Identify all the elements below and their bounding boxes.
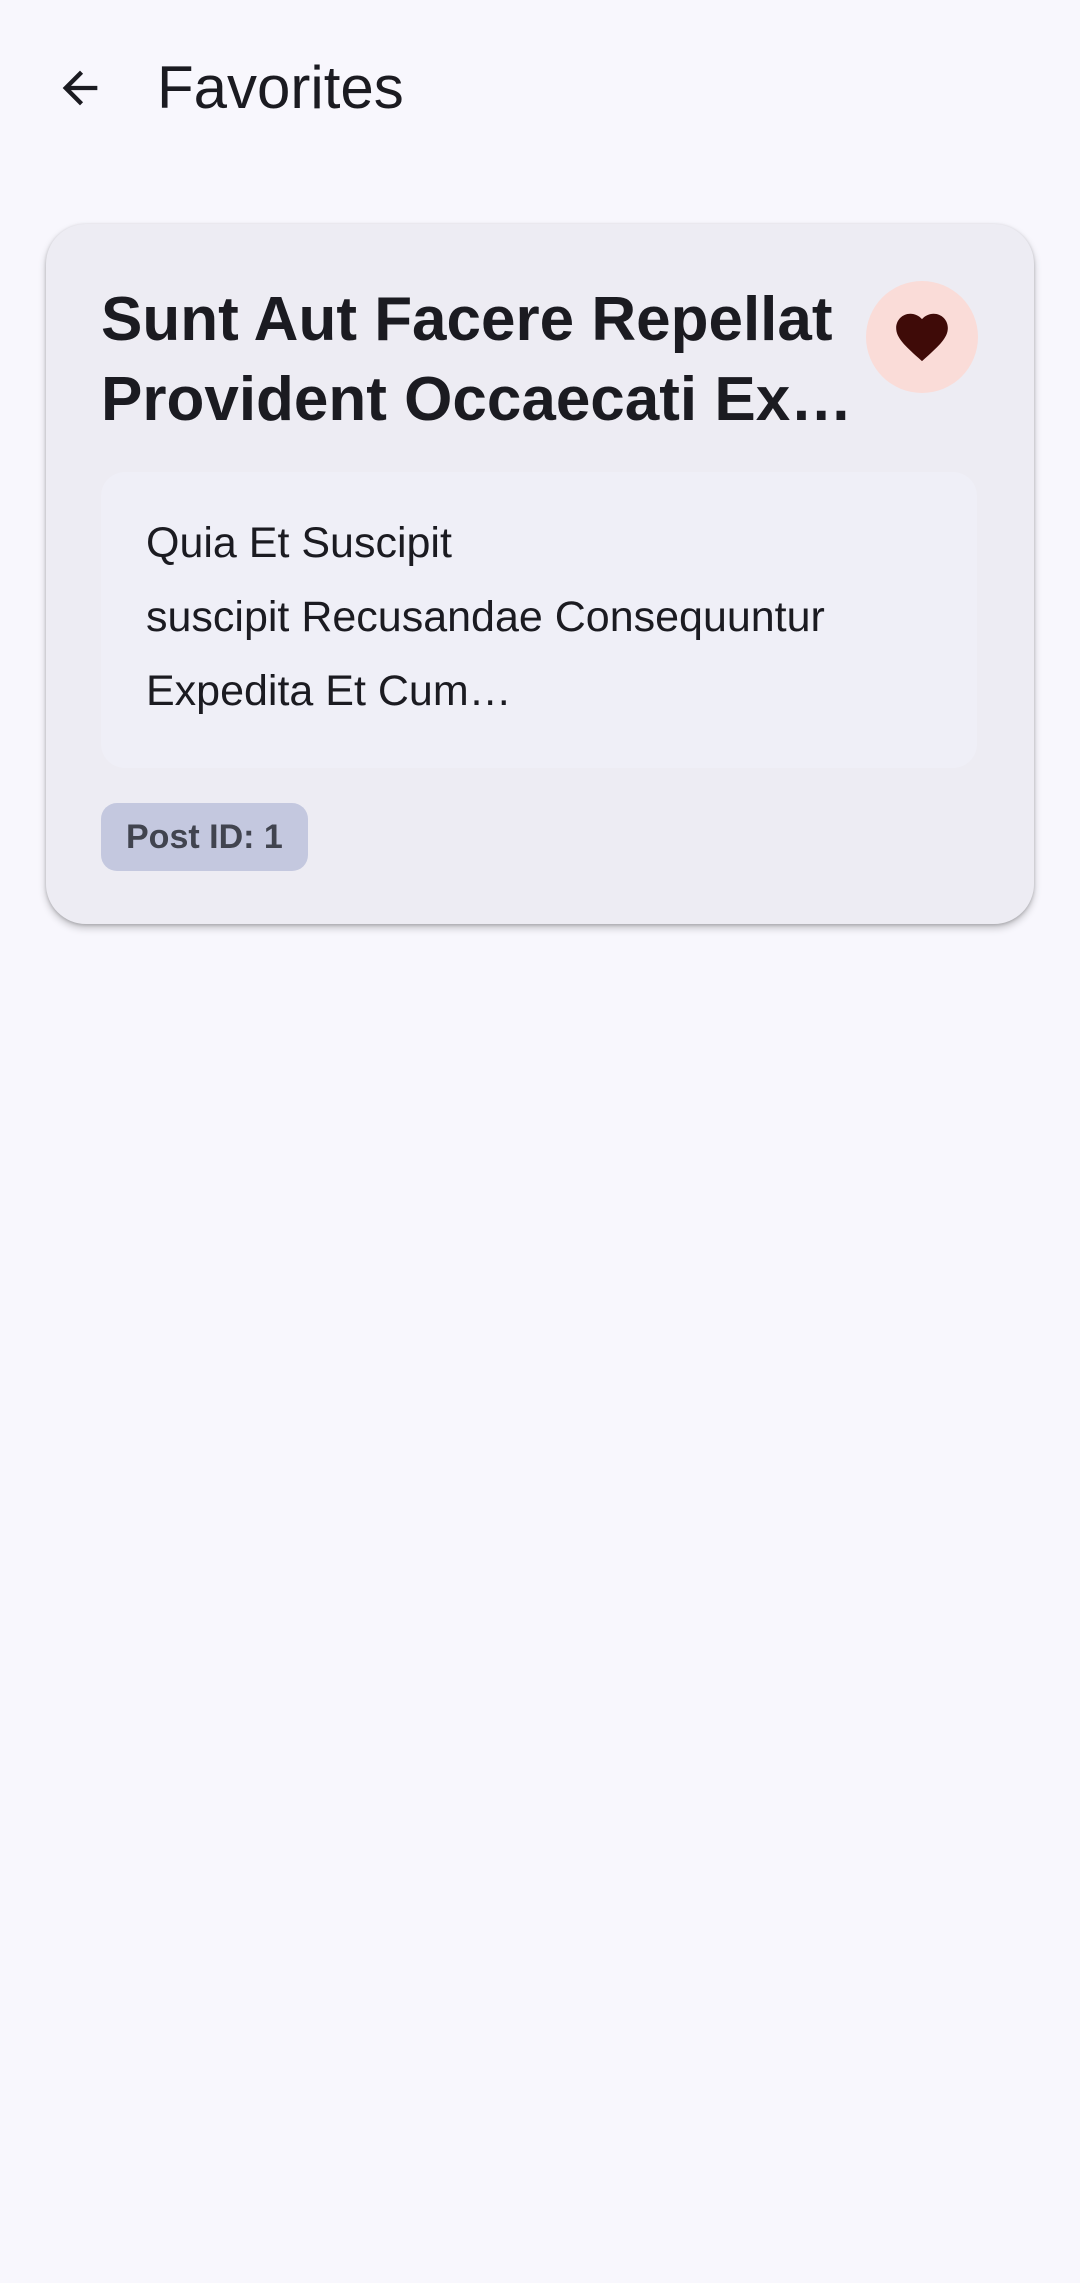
page-title: Favorites (157, 54, 404, 121)
post-title: Sunt Aut Facere Repellat Provident Occae… (101, 280, 901, 440)
post-title-line: Provident Occaecati Ex… (101, 365, 853, 434)
post-body: Quia Et Suscipit suscipit Recusandae Con… (146, 506, 946, 728)
post-body-container: Quia Et Suscipit suscipit Recusandae Con… (101, 472, 977, 768)
favorite-toggle-button[interactable] (866, 281, 978, 393)
heart-filled-icon (896, 313, 948, 362)
arrow-back-icon (62, 70, 98, 106)
favorite-post-card[interactable]: Sunt Aut Facere Repellat Provident Occae… (46, 224, 1034, 924)
post-body-line: Expedita Et Cum… (146, 667, 512, 715)
post-title-line: Sunt Aut Facere Repellat (101, 285, 833, 354)
top-app-bar: Favorites (0, 0, 1080, 180)
back-button[interactable] (40, 48, 120, 128)
post-body-line: Quia Et Suscipit (146, 519, 452, 567)
post-id-chip: Post ID: 1 (101, 803, 308, 871)
post-body-line: suscipit Recusandae Consequuntur (146, 593, 825, 641)
